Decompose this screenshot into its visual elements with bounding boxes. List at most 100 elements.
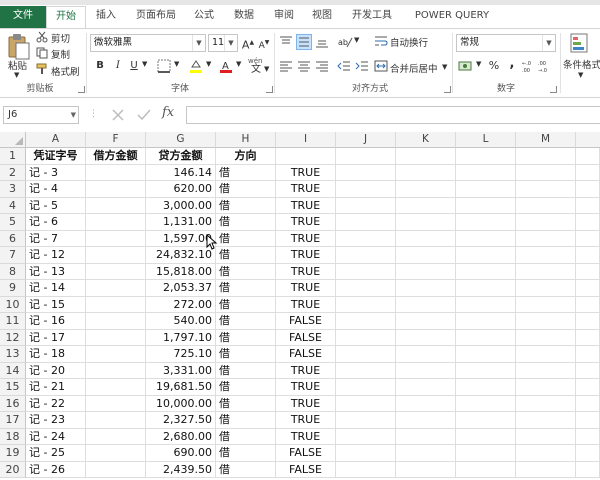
table-cell[interactable] — [336, 445, 396, 462]
table-cell[interactable] — [86, 329, 146, 346]
table-cell[interactable] — [336, 362, 396, 379]
table-cell[interactable] — [456, 197, 516, 214]
table-cell[interactable] — [456, 247, 516, 264]
table-cell[interactable]: TRUE — [276, 230, 336, 247]
header-cell[interactable] — [456, 148, 516, 165]
row-header[interactable]: 2 — [0, 164, 26, 181]
table-cell[interactable] — [576, 329, 600, 346]
table-cell[interactable]: 记 - 25 — [26, 445, 86, 462]
table-cell[interactable] — [516, 296, 576, 313]
tab-review[interactable]: 审阅 — [266, 6, 302, 28]
table-cell[interactable] — [576, 296, 600, 313]
format-painter-button[interactable]: 格式刷 — [51, 64, 80, 78]
table-cell[interactable] — [516, 329, 576, 346]
table-cell[interactable] — [576, 362, 600, 379]
formula-input[interactable] — [186, 106, 600, 124]
tab-insert[interactable]: 插入 — [88, 6, 124, 28]
table-cell[interactable] — [516, 445, 576, 462]
table-cell[interactable] — [576, 164, 600, 181]
table-cell[interactable]: TRUE — [276, 247, 336, 264]
phonetic-guide-icon[interactable]: 文 — [248, 62, 264, 78]
table-cell[interactable] — [456, 164, 516, 181]
clipboard-launcher-icon[interactable] — [78, 86, 85, 93]
table-cell[interactable]: 记 - 24 — [26, 428, 86, 445]
row-header[interactable]: 4 — [0, 197, 26, 214]
row-header[interactable]: 7 — [0, 247, 26, 264]
table-cell[interactable]: 借 — [216, 296, 276, 313]
table-cell[interactable] — [86, 296, 146, 313]
table-cell[interactable] — [516, 428, 576, 445]
table-cell[interactable]: TRUE — [276, 181, 336, 198]
row-header[interactable]: 16 — [0, 395, 26, 412]
row-header[interactable]: 19 — [0, 445, 26, 462]
paste-dropdown[interactable]: ▼ — [14, 71, 19, 79]
table-cell[interactable]: 借 — [216, 412, 276, 429]
table-cell[interactable] — [456, 428, 516, 445]
table-cell[interactable]: 借 — [216, 379, 276, 396]
row-header[interactable]: 5 — [0, 214, 26, 231]
tab-data[interactable]: 数据 — [226, 6, 262, 28]
table-cell[interactable] — [456, 181, 516, 198]
table-cell[interactable]: 146.14 — [146, 164, 216, 181]
table-cell[interactable] — [396, 346, 456, 363]
table-cell[interactable]: 记 - 26 — [26, 461, 86, 478]
table-cell[interactable]: TRUE — [276, 263, 336, 280]
table-cell[interactable] — [86, 263, 146, 280]
table-cell[interactable]: TRUE — [276, 395, 336, 412]
table-cell[interactable] — [516, 247, 576, 264]
table-cell[interactable]: 1,131.00 — [146, 214, 216, 231]
table-cell[interactable] — [396, 263, 456, 280]
table-cell[interactable]: 10,000.00 — [146, 395, 216, 412]
table-cell[interactable] — [396, 461, 456, 478]
table-cell[interactable] — [516, 214, 576, 231]
table-cell[interactable] — [576, 461, 600, 478]
merge-center-button[interactable]: 合并后居中 — [390, 61, 438, 75]
align-top-icon[interactable] — [278, 34, 294, 50]
table-cell[interactable] — [576, 412, 600, 429]
table-cell[interactable] — [336, 197, 396, 214]
table-cell[interactable] — [456, 362, 516, 379]
table-cell[interactable] — [396, 247, 456, 264]
row-header[interactable]: 10 — [0, 296, 26, 313]
table-cell[interactable] — [86, 412, 146, 429]
table-cell[interactable] — [86, 461, 146, 478]
number-format-select[interactable]: 常规 ▼ — [456, 34, 556, 52]
table-cell[interactable]: 19,681.50 — [146, 379, 216, 396]
number-launcher-icon[interactable] — [550, 86, 557, 93]
tab-power-query[interactable]: POWER QUERY — [404, 6, 500, 28]
tab-page-layout[interactable]: 页面布局 — [128, 6, 184, 28]
align-bottom-icon[interactable] — [314, 34, 330, 50]
cancel-entry-icon[interactable] — [110, 108, 126, 122]
table-cell[interactable] — [86, 395, 146, 412]
table-cell[interactable] — [396, 164, 456, 181]
table-cell[interactable] — [396, 230, 456, 247]
tab-developer[interactable]: 开发工具 — [344, 6, 400, 28]
table-cell[interactable] — [396, 329, 456, 346]
table-cell[interactable] — [576, 395, 600, 412]
table-cell[interactable]: 记 - 17 — [26, 329, 86, 346]
table-cell[interactable] — [336, 379, 396, 396]
table-cell[interactable]: TRUE — [276, 379, 336, 396]
tab-file[interactable]: 文件 — [0, 6, 46, 28]
table-cell[interactable]: TRUE — [276, 296, 336, 313]
table-cell[interactable] — [456, 395, 516, 412]
header-cell[interactable] — [396, 148, 456, 165]
comma-style-button[interactable]: , — [504, 56, 520, 72]
table-cell[interactable] — [456, 280, 516, 297]
column-header-j[interactable]: J — [336, 132, 396, 148]
increase-font-icon[interactable]: A▲ — [240, 35, 256, 52]
table-cell[interactable]: FALSE — [276, 346, 336, 363]
underline-dropdown[interactable]: ▼ — [142, 60, 147, 68]
table-cell[interactable]: 记 - 21 — [26, 379, 86, 396]
tab-view[interactable]: 视图 — [304, 6, 340, 28]
table-cell[interactable]: 借 — [216, 247, 276, 264]
table-cell[interactable]: 15,818.00 — [146, 263, 216, 280]
table-cell[interactable] — [336, 395, 396, 412]
increase-decimal-icon[interactable]: ←.0.00 — [522, 58, 538, 74]
table-cell[interactable] — [516, 263, 576, 280]
table-cell[interactable] — [456, 329, 516, 346]
table-cell[interactable] — [336, 412, 396, 429]
table-cell[interactable] — [86, 214, 146, 231]
column-header-i[interactable]: I — [276, 132, 336, 148]
table-cell[interactable] — [396, 362, 456, 379]
